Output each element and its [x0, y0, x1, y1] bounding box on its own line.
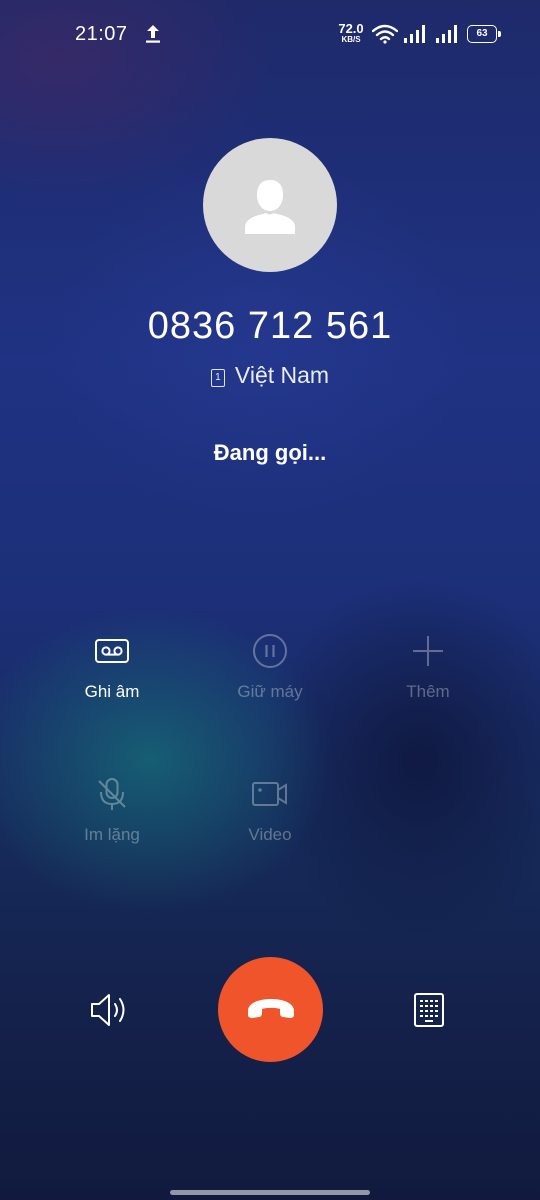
add-call-button[interactable]: Thêm — [358, 632, 498, 702]
avatar — [203, 138, 337, 272]
keypad-icon[interactable] — [412, 993, 446, 1027]
upload-icon — [146, 25, 160, 43]
home-indicator[interactable] — [170, 1190, 370, 1195]
battery-level: 63 — [467, 25, 497, 43]
sim-location: 1 Việt Nam — [0, 362, 540, 389]
network-speed-unit: KB/S — [341, 35, 361, 44]
hold-button[interactable]: Giữ máy — [200, 632, 340, 702]
record-icon — [95, 639, 129, 663]
signal-icon — [436, 25, 457, 43]
speaker-icon[interactable] — [88, 990, 134, 1030]
video-label: Video — [248, 825, 292, 844]
person-icon — [245, 180, 295, 234]
battery-icon: 63 — [467, 25, 501, 43]
record-button[interactable]: Ghi âm — [42, 632, 182, 702]
battery-cap — [498, 31, 501, 37]
hold-label: Giữ máy — [237, 682, 303, 701]
network-speed: 72.0 KB/S — [334, 22, 368, 44]
call-status: Đang gọi... — [213, 440, 327, 465]
call-location: Việt Nam — [234, 362, 330, 388]
end-call-button[interactable] — [218, 957, 323, 1062]
end-call-icon — [248, 999, 294, 1018]
network-speed-value: 72.0 — [338, 21, 364, 36]
record-label: Ghi âm — [84, 682, 140, 701]
video-button[interactable]: Video — [200, 775, 340, 845]
add-call-label: Thêm — [406, 682, 450, 701]
signal-icon — [404, 25, 425, 43]
mic-off-icon — [98, 778, 126, 810]
wifi-icon — [372, 24, 398, 44]
plus-icon — [413, 636, 443, 666]
caller-number: 0836 712 561 — [147, 305, 393, 347]
mute-label: Im lặng — [84, 825, 140, 844]
pause-icon — [253, 634, 287, 668]
sim-card-icon: 1 — [210, 369, 225, 387]
video-icon — [252, 782, 287, 806]
status-time: 21:07 — [75, 23, 128, 45]
mute-button[interactable]: Im lặng — [42, 775, 182, 845]
